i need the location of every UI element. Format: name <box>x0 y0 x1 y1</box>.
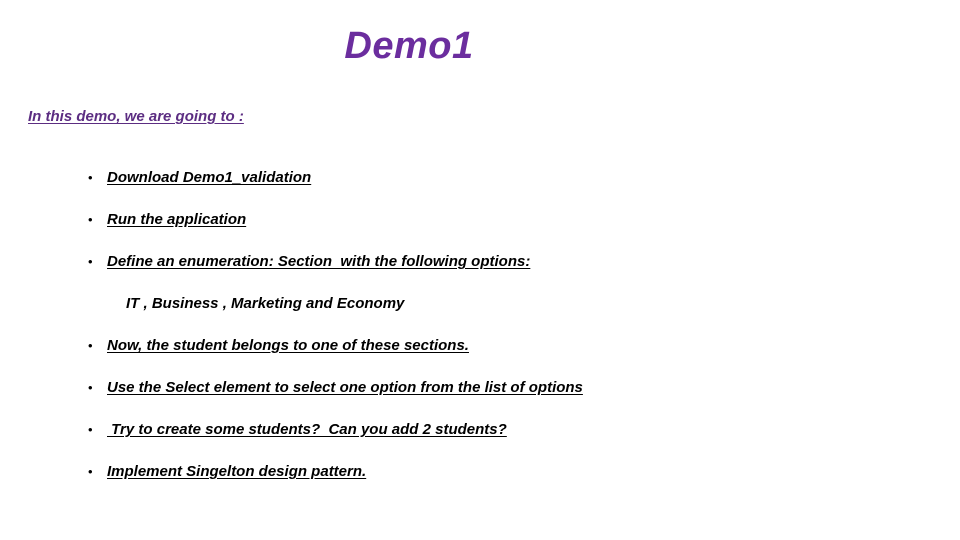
list-item: • Download Demo1_validation <box>88 168 948 210</box>
list-item-label: Now, the student belongs to one of these… <box>107 337 469 354</box>
page-title: Demo1 <box>344 25 474 67</box>
list-item: • Use the Select element to select one o… <box>88 378 948 420</box>
list-item-label: Download Demo1_validation <box>107 169 312 186</box>
bullet-point-icon: • <box>88 464 93 479</box>
list-item: • Run the application <box>88 210 948 252</box>
bullet-point-icon: • <box>88 338 93 353</box>
list-item: • Define an enumeration: Section with th… <box>88 252 948 294</box>
list-item-subline: IT , Business , Marketing and Economy <box>88 294 948 336</box>
bullet-list: • Download Demo1_validation • Run the ap… <box>88 168 948 504</box>
bullet-point-icon: • <box>88 380 93 395</box>
list-item-label: Try to create some students? Can you add… <box>107 421 507 438</box>
list-item-label: Implement Singelton design pattern. <box>107 463 367 480</box>
slide-canvas: Demo1 In this demo, we are going to : • … <box>0 0 960 540</box>
enumeration-options-label: IT , Business , Marketing and Economy <box>126 295 405 312</box>
list-item: • Implement Singelton design pattern. <box>88 462 948 504</box>
bullet-point-icon: • <box>88 422 93 437</box>
list-item-label: Use the Select element to select one opt… <box>107 379 583 396</box>
list-item-label: Define an enumeration: Section with the … <box>107 253 531 270</box>
list-item: • Try to create some students? Can you a… <box>88 420 948 462</box>
intro-heading: In this demo, we are going to : <box>28 108 244 125</box>
list-item: • Now, the student belongs to one of the… <box>88 336 948 378</box>
bullet-point-icon: • <box>88 170 93 185</box>
list-item-label: Run the application <box>107 211 247 228</box>
bullet-point-icon: • <box>88 212 93 227</box>
bullet-point-icon: • <box>88 254 93 269</box>
